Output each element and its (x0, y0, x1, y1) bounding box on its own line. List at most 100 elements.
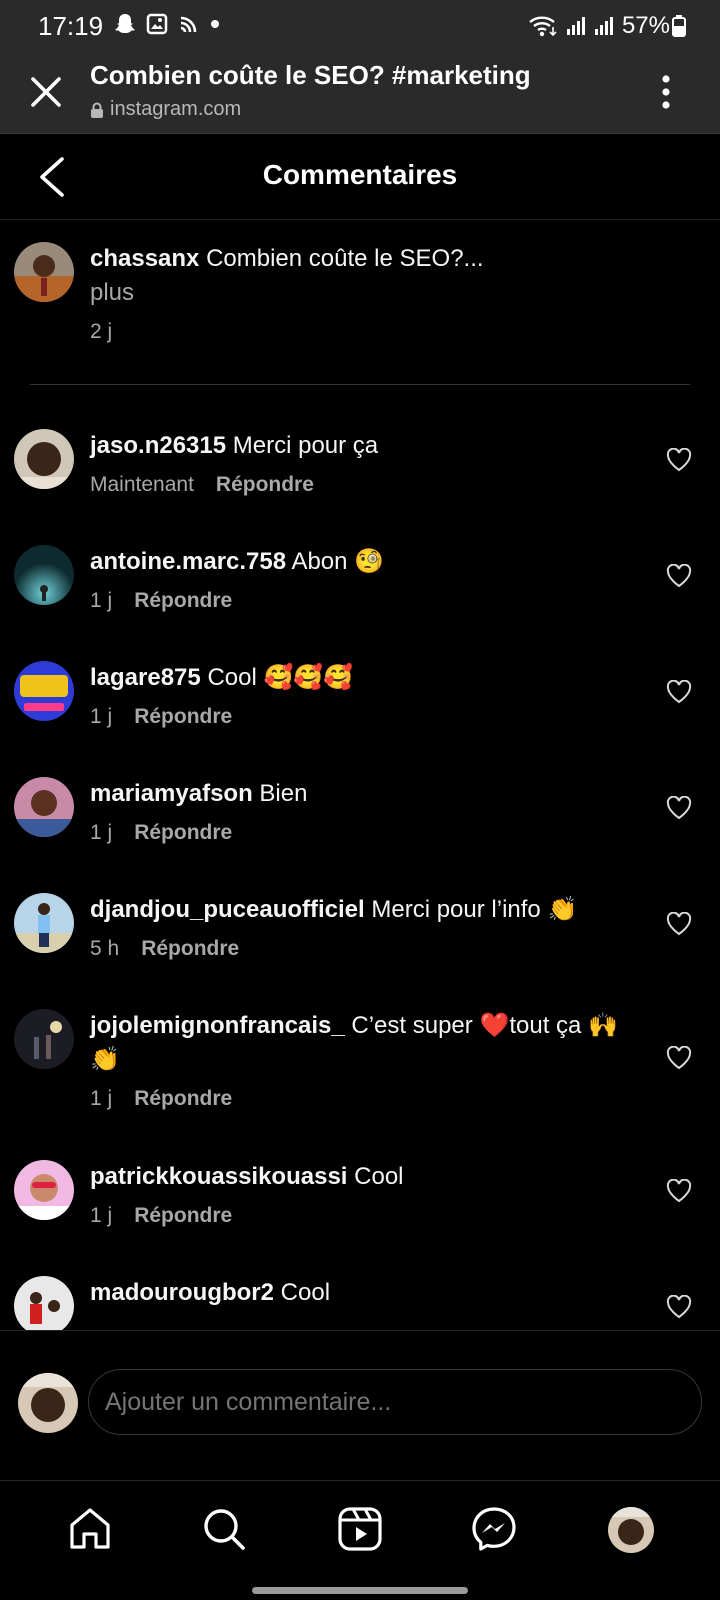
comment-body: lagare875 Cool 🥰🥰🥰 1 j Répondre (90, 661, 630, 731)
post-caption: chassanx Combien coûte le SEO?... plus 2… (0, 220, 720, 384)
avatar[interactable] (14, 242, 74, 302)
home-indicator[interactable] (252, 1587, 468, 1594)
comment-body: madourougbor2 Cool (90, 1276, 630, 1310)
signal-icon-1 (566, 17, 585, 35)
comment-text: Cool (354, 1163, 404, 1190)
comment-username[interactable]: djandjou_puceauofficiel (90, 896, 365, 923)
comment-meta: 1 j Répondre (90, 1085, 630, 1113)
heart-icon[interactable] (666, 1295, 692, 1319)
url-text: instagram.com (110, 98, 242, 120)
page-title: Commentaires (262, 159, 458, 190)
instagram-comments-screen: 17:19 57% Combien coûte le SEO? #marketi… (0, 0, 720, 1600)
reply-button[interactable]: Répondre (134, 1085, 232, 1113)
dot-icon (211, 20, 219, 28)
reply-button[interactable]: Répondre (134, 587, 232, 615)
reply-button[interactable]: Répondre (134, 703, 232, 731)
comment-composer (0, 1330, 720, 1480)
comment-time: 1 j (90, 1204, 113, 1227)
avatar[interactable] (14, 1276, 74, 1330)
reels-icon[interactable] (336, 1505, 384, 1553)
reply-button[interactable]: Répondre (134, 819, 232, 847)
caption-username[interactable]: chassanx (90, 245, 199, 272)
search-icon[interactable] (200, 1505, 248, 1553)
avatar[interactable] (14, 1009, 74, 1069)
comment-text: Abon 🧐 (291, 548, 385, 575)
heart-icon[interactable] (666, 680, 692, 704)
comment-time: 1 j (90, 1087, 113, 1110)
avatar[interactable] (14, 429, 74, 489)
comment-body: jojolemignonfrancais_ C’est super ❤️tout… (90, 1009, 630, 1113)
notification-icons (114, 12, 220, 36)
avatar[interactable] (14, 545, 74, 605)
signal-icon-2 (594, 17, 613, 35)
comment-time: Maintenant (90, 473, 194, 496)
heart-icon[interactable] (666, 448, 692, 472)
comment-username[interactable]: lagare875 (90, 664, 201, 691)
avatar[interactable] (14, 1160, 74, 1220)
comments-list[interactable]: jaso.n26315 Merci pour ça Maintenant Rép… (0, 385, 720, 1330)
comment-username[interactable]: madourougbor2 (90, 1279, 274, 1306)
heart-icon[interactable] (666, 1046, 692, 1070)
reply-button[interactable]: Répondre (134, 1202, 232, 1230)
comment-meta: 1 j Répondre (90, 819, 630, 847)
comment-username[interactable]: patrickkouassikouassi (90, 1163, 347, 1190)
comment-body: mariamyafson Bien 1 j Répondre (90, 777, 630, 847)
comment-body: antoine.marc.758 Abon 🧐 1 j Répondre (90, 545, 630, 615)
avatar[interactable] (14, 893, 74, 953)
battery-icon (672, 15, 686, 37)
comment-body: jaso.n26315 Merci pour ça Maintenant Rép… (90, 429, 630, 499)
comment-text: Bien (259, 780, 308, 807)
comment-text: Cool (280, 1279, 331, 1306)
comment-time: 1 j (90, 589, 113, 612)
comment-text: Cool 🥰🥰🥰 (207, 664, 354, 691)
reply-button[interactable]: Répondre (141, 935, 239, 963)
caption-time: 2 j (90, 320, 113, 343)
heart-icon[interactable] (666, 564, 692, 588)
reply-button[interactable]: Répondre (216, 471, 314, 499)
home-icon[interactable] (66, 1505, 114, 1553)
current-user-avatar[interactable] (18, 1373, 78, 1433)
comment-meta: 1 j Répondre (90, 587, 630, 615)
gallery-icon (146, 13, 168, 35)
browser-url[interactable]: instagram.com (90, 98, 241, 121)
comments-header: Commentaires (0, 134, 720, 220)
comment-time: 5 h (90, 937, 120, 960)
caption-body: Combien coûte le SEO?... (206, 245, 484, 272)
comment-username[interactable]: jojolemignonfrancais_ (90, 1012, 345, 1039)
heart-icon[interactable] (666, 796, 692, 820)
status-time: 17:19 (38, 11, 104, 41)
comment-body: djandjou_puceauofficiel Merci pour l’inf… (90, 893, 630, 963)
comment-text: Merci pour ça (232, 432, 379, 459)
comment-username[interactable]: mariamyafson (90, 780, 253, 807)
snapchat-icon (115, 14, 135, 33)
avatar[interactable] (14, 661, 74, 721)
comment-username[interactable]: jaso.n26315 (90, 432, 226, 459)
heart-icon[interactable] (666, 912, 692, 936)
lock-icon (91, 102, 103, 118)
comment-input[interactable] (88, 1369, 702, 1435)
status-bar: 17:19 57% (0, 0, 720, 52)
close-icon[interactable] (26, 72, 66, 112)
bottom-nav (0, 1480, 720, 1600)
heart-icon[interactable] (666, 1179, 692, 1203)
cast-icon (180, 16, 197, 33)
wifi-icon (529, 16, 557, 37)
messenger-icon[interactable] (470, 1505, 518, 1553)
avatar[interactable] (14, 777, 74, 837)
comment-meta: 1 j Répondre (90, 703, 630, 731)
comment-text: Merci pour l’info 👏 (371, 896, 578, 923)
browser-page-title: Combien coûte le SEO? #marketing (90, 60, 531, 90)
comment-body: patrickkouassikouassi Cool 1 j Répondre (90, 1160, 630, 1230)
system-icons: 57% (528, 12, 670, 40)
browser-toolbar: Combien coûte le SEO? #marketing instagr… (0, 52, 720, 134)
battery-percent: 57% (621, 12, 670, 39)
comment-meta: 1 j Répondre (90, 1202, 630, 1230)
comment-time: 1 j (90, 705, 113, 728)
comment-meta: Maintenant Répondre (90, 471, 630, 499)
more-options-icon[interactable] (656, 72, 676, 112)
caption-more-link[interactable]: plus (90, 276, 650, 310)
caption-text: chassanx Combien coûte le SEO?... plus (90, 242, 650, 310)
comment-username[interactable]: antoine.marc.758 (90, 548, 286, 575)
profile-avatar[interactable] (608, 1507, 654, 1553)
comment-time: 1 j (90, 821, 113, 844)
